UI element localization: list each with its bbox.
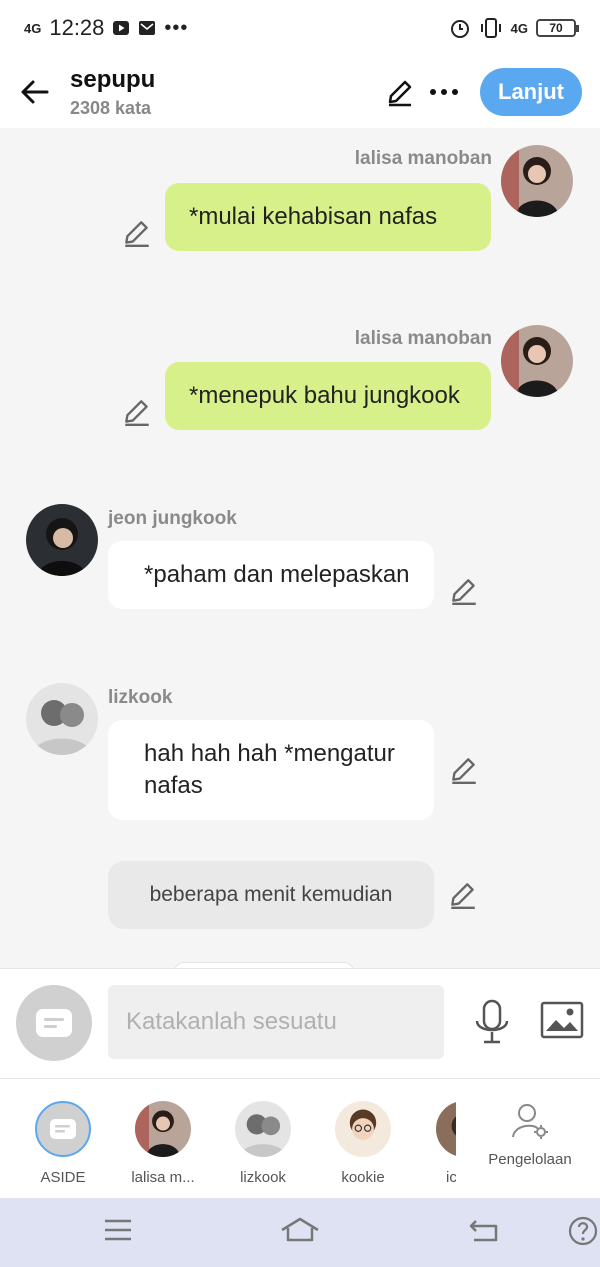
character-partial[interactable] [436,1101,456,1157]
status-bar: 4G 12:28 ••• 4G 70 [0,0,600,56]
character-lalisa[interactable]: lalisa m... [118,1101,208,1186]
edit-icon [388,80,412,107]
aside-avatar [35,1101,91,1157]
avatar-lalisa[interactable] [501,145,573,217]
system-nav-bar [0,1198,600,1267]
avatar [335,1101,391,1157]
edit-icon[interactable] [448,754,480,786]
message-bubble[interactable]: *mulai kehabisan nafas [165,183,491,251]
mail-icon [139,21,156,35]
avatar [135,1101,191,1157]
sender-name: lizkook [108,687,173,708]
story-header: sepupu 2308 kata Lanjut [0,56,600,128]
edit-icon[interactable] [121,396,153,428]
aside-icon [36,1009,72,1037]
next-button[interactable]: Lanjut [480,68,582,116]
status-time: 12:28 [49,15,105,40]
message-input[interactable]: Katakanlah sesuatu [108,985,444,1059]
more-icon [430,89,458,95]
mic-icon[interactable] [470,999,514,1045]
sender-name: lalisa manoban [354,148,492,169]
character-aside[interactable]: ASIDE [18,1101,108,1186]
signal-indicator-right: 4G [510,20,528,36]
avatar [235,1101,291,1157]
youtube-icon [113,21,130,35]
chat-area[interactable]: lalisa manoban *mulai kehabisan nafas la… [0,128,600,968]
aside-toggle-button[interactable] [16,985,92,1061]
manage-icon [512,1104,548,1139]
narration-bubble[interactable]: beberapa menit kemudian [108,861,434,929]
character-name: lalisa m... [131,1169,195,1186]
help-icon[interactable] [568,1216,598,1246]
back-icon[interactable] [468,1216,500,1244]
edit-story-button[interactable] [378,70,422,114]
story-title: sepupu [70,65,156,93]
character-kookie[interactable]: kookie [318,1101,408,1186]
character-name: ic [446,1169,456,1186]
manage-label: Pengelolaan [488,1151,572,1168]
aside-icon [50,1119,76,1139]
edit-icon[interactable] [447,879,479,911]
signal-indicator: 4G [24,20,42,36]
back-button[interactable] [0,76,70,108]
input-bar: Katakanlah sesuatu [0,968,600,1078]
sender-name: lalisa manoban [354,328,492,349]
character-lizkook[interactable]: lizkook [218,1101,308,1186]
character-bar: ASIDE lalisa m... lizkook kookie ic Peng… [0,1078,600,1198]
character-name: ASIDE [40,1169,86,1186]
character-name: lizkook [240,1169,286,1186]
message-bubble[interactable]: *menepuk bahu jungkook [165,362,491,430]
more-notifications-icon: ••• [164,16,189,39]
manage-characters-button[interactable]: Pengelolaan [470,1101,590,1168]
avatar-lalisa[interactable] [501,325,573,397]
battery-indicator: 70 [536,19,579,37]
back-arrow-icon [21,80,49,104]
edit-icon[interactable] [448,575,480,607]
edit-icon[interactable] [121,217,153,249]
word-count: 2308 kata [70,97,152,118]
image-icon[interactable] [540,1001,584,1041]
alarm-icon [450,20,469,38]
avatar-lizkook[interactable] [26,683,98,755]
vibrate-icon [480,18,501,38]
more-button[interactable] [422,70,466,114]
avatar-jeon-jungkook[interactable] [26,504,98,576]
menu-icon[interactable] [103,1216,133,1244]
home-icon[interactable] [279,1216,321,1244]
sender-name: jeon jungkook [108,508,237,529]
avatar [436,1101,456,1157]
message-bubble[interactable]: *paham dan melepaskan [108,541,434,609]
message-bubble[interactable]: hah hah hah *mengatur nafas [108,720,434,820]
character-name: kookie [341,1169,385,1186]
